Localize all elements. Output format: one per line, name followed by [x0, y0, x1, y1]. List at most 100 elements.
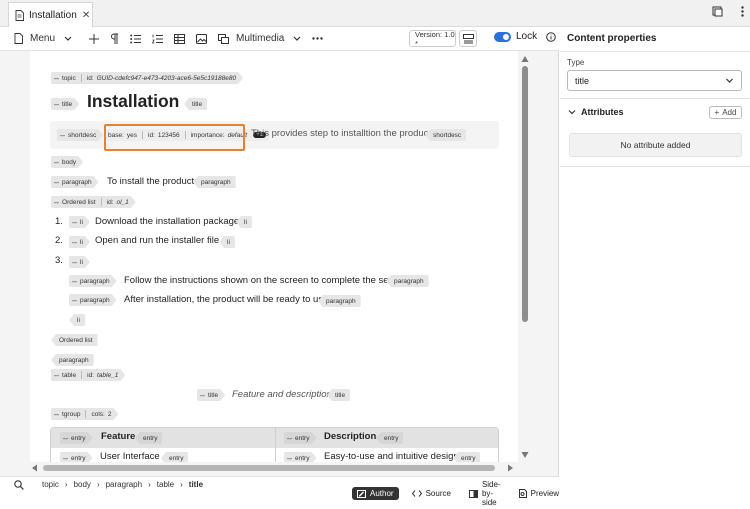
multimedia-icon	[218, 33, 230, 44]
document-canvas[interactable]: – topic id: GUID-cdefc947-e473-4203-ace6-5e…	[30, 51, 518, 462]
paragraph-text[interactable]: To install the product:	[107, 176, 197, 187]
attributes-heading: Attributes	[581, 107, 624, 117]
paragraph-end-tag[interactable]: paragraph	[386, 275, 429, 287]
type-label: Type	[567, 58, 585, 67]
li-tag[interactable]: – li	[69, 236, 90, 248]
shortdesc-end-tag[interactable]: shortdesc	[425, 129, 467, 141]
cell-feature[interactable]: User Interface	[100, 451, 160, 462]
paragraph-text[interactable]: After installation, the product will be …	[124, 294, 331, 305]
paragraph-end-tag[interactable]: paragraph	[51, 354, 94, 366]
body-tag[interactable]: – body	[51, 156, 83, 168]
version-history-button[interactable]	[459, 30, 477, 47]
add-attribute-button[interactable]: + Add	[709, 106, 742, 119]
content-properties-panel: Content properties Type title Attributes…	[560, 27, 750, 493]
preview-mode-button[interactable]: Preview	[514, 487, 564, 500]
split-view-icon[interactable]	[712, 6, 723, 17]
attributes-section-toggle[interactable]: Attributes	[568, 107, 624, 117]
numbered-list-icon	[152, 34, 164, 44]
editor-toolbar: Menu Multimedia Version: 1.0 * Lock	[0, 27, 559, 51]
breadcrumb-current[interactable]: title	[189, 480, 203, 489]
ordered-list-tag[interactable]: – Ordered list id: ol_1	[51, 196, 136, 208]
more-vertical-icon[interactable]	[741, 6, 744, 17]
ordered-list-end-tag[interactable]: Ordered list	[51, 334, 98, 346]
paragraph-end-tag[interactable]: paragraph	[318, 295, 361, 307]
vertical-scroll-thumb[interactable]	[522, 66, 528, 322]
multimedia-label: Multimedia	[236, 33, 285, 44]
chevron-right-icon: ›	[96, 480, 100, 489]
chevron-down-icon	[293, 36, 301, 41]
search-icon[interactable]	[14, 480, 24, 490]
list-number: 1.	[55, 216, 63, 227]
entry-tag[interactable]: – entry	[284, 432, 316, 444]
entry-end-tag[interactable]: entry	[161, 452, 189, 462]
version-field[interactable]: Version: 1.0 *	[409, 30, 456, 48]
numbered-list-button[interactable]	[152, 34, 164, 44]
panel-title: Content properties	[567, 33, 657, 44]
cell-description[interactable]: Easy-to-use and intuitive design	[324, 451, 459, 462]
breadcrumb: topic › body › paragraph › table › title	[42, 480, 203, 489]
li-end-tag[interactable]: li	[69, 314, 85, 326]
shortdesc-text[interactable]: This provides step to installtion the pr…	[251, 128, 434, 139]
empty-attributes-message: No attribute added	[569, 133, 742, 157]
breadcrumb-item[interactable]: table	[157, 480, 174, 489]
paragraph-tag[interactable]: – paragraph	[69, 275, 117, 287]
table-button[interactable]	[174, 33, 186, 44]
table-icon	[174, 33, 186, 44]
title-end-tag[interactable]: title	[184, 98, 208, 110]
side-by-side-mode-button[interactable]: Side-by-side	[464, 478, 506, 509]
image-icon	[196, 33, 208, 44]
divider	[560, 98, 750, 99]
header-description[interactable]: Description	[324, 431, 376, 442]
tgroup-tag[interactable]: – tgroup cols: 2	[51, 408, 118, 420]
entry-end-tag[interactable]: entry	[453, 452, 481, 462]
list-item-text[interactable]: Open and run the installer file.	[95, 235, 222, 246]
topic-tag[interactable]: – topic id: GUID-cdefc947-e473-4203-ace6-5e…	[51, 72, 243, 84]
info-icon[interactable]	[546, 31, 556, 42]
list-item-text[interactable]: Download the installation package.	[95, 216, 242, 227]
breadcrumb-item[interactable]: topic	[42, 480, 59, 489]
entry-tag[interactable]: – entry	[284, 452, 316, 462]
paragraph-tag[interactable]: – paragraph	[69, 294, 117, 306]
lock-switch[interactable]	[494, 31, 511, 42]
header-feature[interactable]: Feature	[101, 431, 135, 442]
feature-table: – entry Feature entry – entry Description …	[50, 427, 499, 462]
document-tab[interactable]: Installation ✕	[8, 2, 93, 27]
paragraph-text[interactable]: Follow the instructions shown on the scr…	[124, 275, 404, 286]
bullet-list-icon	[130, 34, 142, 44]
title-tag[interactable]: – title	[51, 98, 79, 110]
document-icon	[15, 9, 24, 21]
breadcrumb-item[interactable]: paragraph	[106, 480, 142, 489]
menu-button[interactable]: Menu	[14, 33, 72, 44]
author-mode-button[interactable]: Author	[352, 487, 399, 500]
entry-end-tag[interactable]: entry	[376, 432, 404, 444]
plus-icon	[89, 33, 100, 44]
insert-button[interactable]	[89, 33, 100, 44]
pilcrow-icon	[110, 33, 119, 44]
selected-attributes-highlight	[104, 124, 245, 151]
paragraph-tag[interactable]: – paragraph	[51, 176, 99, 188]
breadcrumb-item[interactable]: body	[74, 480, 91, 489]
lock-toggle[interactable]: Lock	[494, 31, 556, 42]
multimedia-button[interactable]: Multimedia	[218, 33, 301, 44]
shortdesc-tag[interactable]: – shortdesc	[57, 129, 103, 141]
type-select[interactable]: title	[567, 70, 742, 91]
paragraph-end-tag[interactable]: paragraph	[193, 176, 236, 188]
paragraph-button[interactable]	[110, 33, 119, 44]
document-title[interactable]: Installation	[87, 91, 179, 112]
entry-tag[interactable]: – entry	[60, 452, 92, 462]
code-icon	[411, 490, 422, 497]
close-tab-icon[interactable]: ✕	[82, 10, 90, 21]
table-title-tag[interactable]: – title	[197, 389, 225, 401]
entry-tag[interactable]: – entry	[60, 432, 92, 444]
source-mode-button[interactable]: Source	[407, 487, 456, 500]
table-title-text[interactable]: Feature and description	[232, 389, 332, 400]
bullet-list-button[interactable]	[130, 34, 142, 44]
table-tag[interactable]: – table id: table_1	[51, 369, 125, 381]
image-button[interactable]	[196, 33, 208, 44]
horizontal-scroll-thumb[interactable]	[43, 465, 495, 471]
entry-end-tag[interactable]: entry	[135, 432, 163, 444]
li-tag[interactable]: – li	[69, 216, 90, 228]
more-options-button[interactable]	[312, 37, 324, 40]
li-tag[interactable]: – li	[69, 256, 90, 268]
view-modes: Author Source Side-by-side Preview	[352, 478, 564, 509]
